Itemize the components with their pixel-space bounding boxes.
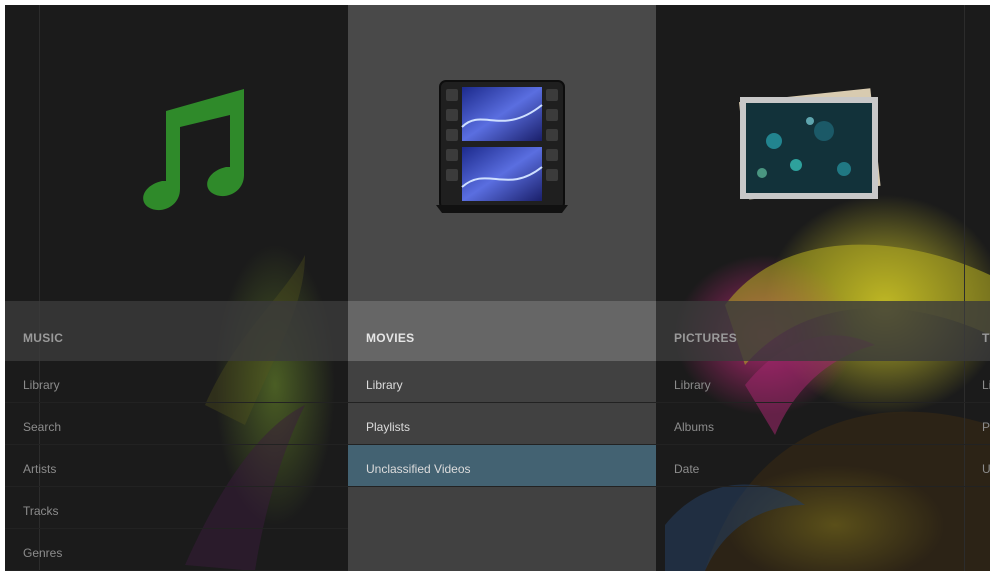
- movies-header[interactable]: MOVIES: [348, 301, 656, 361]
- music-item-tracks[interactable]: Tracks: [5, 487, 348, 529]
- menu-item-label: Un: [982, 462, 990, 476]
- menu-item-label: Artists: [23, 462, 57, 476]
- pictures-item-library[interactable]: Library: [656, 361, 964, 403]
- movies-item-library[interactable]: Library: [348, 361, 656, 403]
- music-tile[interactable]: [5, 5, 348, 301]
- menu-item-label: Library: [366, 378, 403, 392]
- movies-tile[interactable]: [348, 5, 656, 301]
- music-header[interactable]: MUSIC: [5, 301, 348, 361]
- tv-tile[interactable]: [964, 5, 990, 301]
- music-note-icon: [143, 89, 244, 211]
- menu-item-label: Search: [23, 420, 62, 434]
- menu-item-label: Tracks: [23, 504, 59, 518]
- menu-item-label: Unclassified Videos: [366, 462, 471, 476]
- tv-item-unclassified[interactable]: Un: [964, 445, 990, 487]
- tv-menu: Lib Pl Un: [964, 361, 990, 487]
- menu-item-label: Library: [674, 378, 711, 392]
- category-music[interactable]: MUSIC Library Search Artists Tracks Genr…: [5, 5, 348, 571]
- photo-stack-icon: [739, 88, 881, 200]
- menu-item-label: Lib: [982, 378, 990, 392]
- tv-title: TV: [982, 331, 990, 345]
- tv-item-playlists[interactable]: Pl: [964, 403, 990, 445]
- movies-item-playlists[interactable]: Playlists: [348, 403, 656, 445]
- menu-item-label: Pl: [982, 420, 990, 434]
- film-reel-icon: [436, 80, 568, 213]
- category-pictures[interactable]: PICTURES Library Albums Date: [656, 5, 964, 571]
- movies-item-unclassified-videos[interactable]: Unclassified Videos: [348, 445, 656, 487]
- movies-title: MOVIES: [366, 331, 415, 345]
- category-movies[interactable]: MOVIES Library Playlists Unclassified Vi…: [348, 5, 656, 571]
- menu-item-label: Playlists: [366, 420, 411, 434]
- music-item-artists[interactable]: Artists: [5, 445, 348, 487]
- menu-item-label: Library: [23, 378, 60, 392]
- menu-item-label: Genres: [23, 546, 63, 560]
- tv-header[interactable]: TV: [964, 301, 990, 361]
- pictures-menu: Library Albums Date: [656, 361, 964, 487]
- pictures-item-date[interactable]: Date: [656, 445, 964, 487]
- menu-item-label: Albums: [674, 420, 715, 434]
- tv-item-library[interactable]: Lib: [964, 361, 990, 403]
- music-menu: Library Search Artists Tracks Genres: [5, 361, 348, 571]
- pictures-header[interactable]: PICTURES: [656, 301, 964, 361]
- menu-item-label: Date: [674, 462, 700, 476]
- music-title: MUSIC: [23, 331, 64, 345]
- category-tv[interactable]: TV Lib Pl Un: [964, 5, 990, 571]
- music-item-search[interactable]: Search: [5, 403, 348, 445]
- pictures-tile[interactable]: [656, 5, 964, 301]
- pictures-item-albums[interactable]: Albums: [656, 403, 964, 445]
- media-center-stage: MUSIC Library Search Artists Tracks Genr…: [5, 5, 990, 571]
- music-item-genres[interactable]: Genres: [5, 529, 348, 571]
- movies-menu: Library Playlists Unclassified Videos: [348, 361, 656, 571]
- music-item-library[interactable]: Library: [5, 361, 348, 403]
- pictures-title: PICTURES: [674, 331, 738, 345]
